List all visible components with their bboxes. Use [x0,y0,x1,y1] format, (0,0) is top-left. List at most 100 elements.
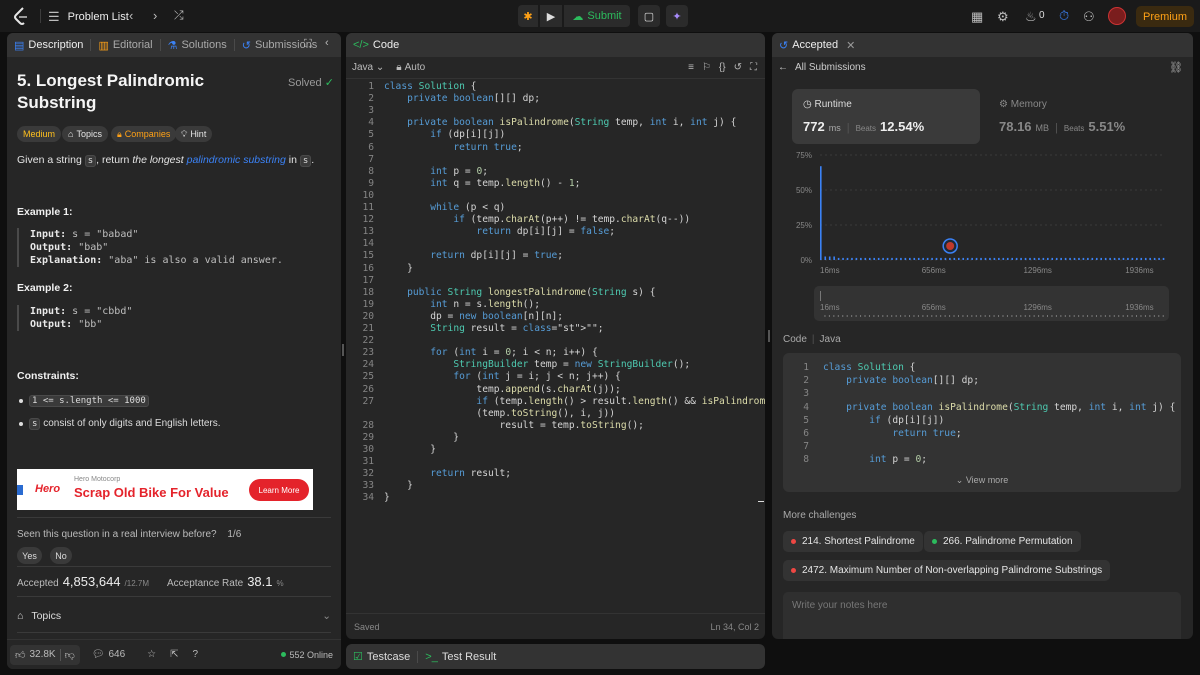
document-icon: ▤ [14,39,25,52]
submit-button[interactable]: ☁ Submit [564,5,630,27]
leetcode-logo-icon[interactable] [13,7,29,25]
problem-title: 5. Longest Palindromic Substring [17,71,205,112]
thumbs-up-icon: 👍︎ [15,649,26,661]
mini-bar [917,315,919,317]
difficulty-dot-icon [791,539,796,544]
advertisement-banner[interactable]: Hero Hero Motocorp Scrap Old Bike For Va… [17,469,313,510]
mini-bar [1153,315,1155,317]
difficulty-badge[interactable]: Medium [17,126,62,142]
runtime-card[interactable]: ◷ Runtime 772 ms | Beats 12.54% [792,89,980,144]
next-problem-icon[interactable]: › [153,8,157,23]
line-number: 10 [362,189,374,201]
tab-test-result[interactable]: >_ Test Result [418,645,503,669]
runtime-distribution-chart[interactable]: 75% 50% 25% 0% 16ms 656ms 1296ms 1936ms 16ms 656m… [772,145,1193,325]
code-line: } [384,262,413,274]
memory-card[interactable]: ⚙ Memory 78.16 MB | Beats 5.51% [988,89,1176,144]
mini-bar [971,315,973,317]
tab-code[interactable]: </> Code [346,33,406,57]
expand-icon[interactable]: ⛶ [304,38,312,51]
like-button[interactable]: 👍︎ 32.8K 👎︎ [10,644,80,665]
close-icon[interactable]: ✕ [846,39,855,52]
collapse-icon[interactable]: ‹ [325,37,329,49]
mini-bar [953,315,955,317]
thumbs-down-icon[interactable]: 👎︎ [65,649,75,661]
hint-chip[interactable]: 💡︎ Hint [175,126,213,142]
distribution-bar [1162,257,1165,260]
notes-icon[interactable]: ▢ [638,5,660,27]
line-number: 14 [362,238,374,250]
mini-bar [1087,315,1089,317]
tab-description[interactable]: ▤ Description [7,33,90,57]
mini-bar [980,315,982,317]
prev-problem-icon[interactable]: ‹ [129,8,133,23]
timer-icon[interactable]: ⏱ [1059,8,1069,24]
code-line: dp = new boolean[n][n]; [384,310,564,322]
add-user-icon[interactable]: ⚇ [1083,9,1095,25]
run-button[interactable]: ▶ [540,5,562,27]
bookmark-icon[interactable]: ⚐ [702,62,711,73]
distribution-bar [917,257,920,260]
avatar[interactable] [1108,7,1126,25]
topics-chip[interactable]: ⌂ Topics [62,126,108,142]
line-number: 6 [803,428,809,439]
problem-list-link[interactable]: ☰ Problem List [48,9,129,25]
ai-sparkle-icon[interactable]: ✦ [666,5,688,27]
companies-chip[interactable]: 🔒︎ Companies [111,126,177,142]
tab-solutions[interactable]: ⚗ Solutions [161,33,234,57]
mini-bar [833,315,835,317]
language-select[interactable]: Java ⌄ [352,62,384,73]
link-icon[interactable]: ⛓ [1169,61,1183,74]
notes-field[interactable]: Write your notes here [783,592,1181,639]
view-more-button[interactable]: ⌄ View more [783,475,1181,486]
code-line: (temp.toString(), i, j)) [384,407,616,419]
mini-bar [998,315,1000,317]
line-number: 20 [362,310,374,322]
mini-bar [855,315,857,317]
accepted-stats: Accepted 4,853,644 /12.7M Acceptance Rat… [17,574,284,589]
mini-bar [846,315,848,317]
format-icon[interactable]: ≡ [688,62,694,73]
resize-handle[interactable] [768,330,770,342]
distribution-bar [1122,257,1125,260]
braces-icon[interactable]: {} [719,62,726,73]
settings-gear-icon[interactable]: ⚙ [997,9,1009,25]
challenge-item[interactable]: 214. Shortest Palindrome [783,531,923,552]
yes-button[interactable]: Yes [17,547,42,564]
challenge-item[interactable]: 2472. Maximum Number of Non-overlapping … [783,560,1111,581]
code-editor[interactable]: 1 class Solution {2 private boolean[][] d… [346,81,765,521]
fullscreen-icon[interactable]: ⛶ [750,62,757,73]
help-icon[interactable]: ? [193,649,199,660]
palindromic-substring-link[interactable]: palindromic substring [187,154,286,166]
learn-more-button[interactable]: Learn More [249,479,309,501]
tab-testcase[interactable]: ☑ Testcase [346,645,417,669]
code-line: return true; [892,428,962,439]
online-count: 552 Online [281,650,333,660]
share-icon[interactable]: ⇱ [170,649,178,660]
topics-accordion[interactable]: ⌂ Topics ⌄ [17,604,331,628]
debug-icon[interactable]: ✱ [518,5,538,27]
layout-grid-icon[interactable]: ▦ [971,9,983,25]
line-number: 26 [362,383,374,395]
line-number: 2 [803,375,809,387]
no-button[interactable]: No [50,547,72,564]
reset-icon[interactable]: ↺ [734,62,742,73]
distribution-bar [1087,257,1089,260]
resize-handle[interactable] [342,344,344,356]
line-number: 5 [368,129,374,141]
all-submissions-link[interactable]: ← All Submissions [778,62,866,73]
line-number: 2 [368,93,374,105]
mini-bar [975,315,977,317]
premium-button[interactable]: Premium [1136,6,1194,27]
comment-icon[interactable]: 💬︎ [92,649,105,660]
code-line: } [384,480,413,492]
tab-accepted[interactable]: ↺ Accepted ✕ [772,33,862,57]
shuffle-icon[interactable]: ⤮ [174,8,184,23]
tab-editorial[interactable]: ▥ Editorial [91,33,159,57]
code-preview: 1 class Solution {2 private boolean[][] d… [783,353,1181,492]
streak-flame-icon[interactable]: ♨ [1025,9,1037,25]
challenge-item[interactable]: 266. Palindrome Permutation [924,531,1081,552]
mini-bar [1015,315,1017,317]
auto-mode[interactable]: Auto [405,62,426,73]
scrollbar[interactable] [758,501,764,502]
star-icon[interactable]: ☆ [147,649,156,660]
